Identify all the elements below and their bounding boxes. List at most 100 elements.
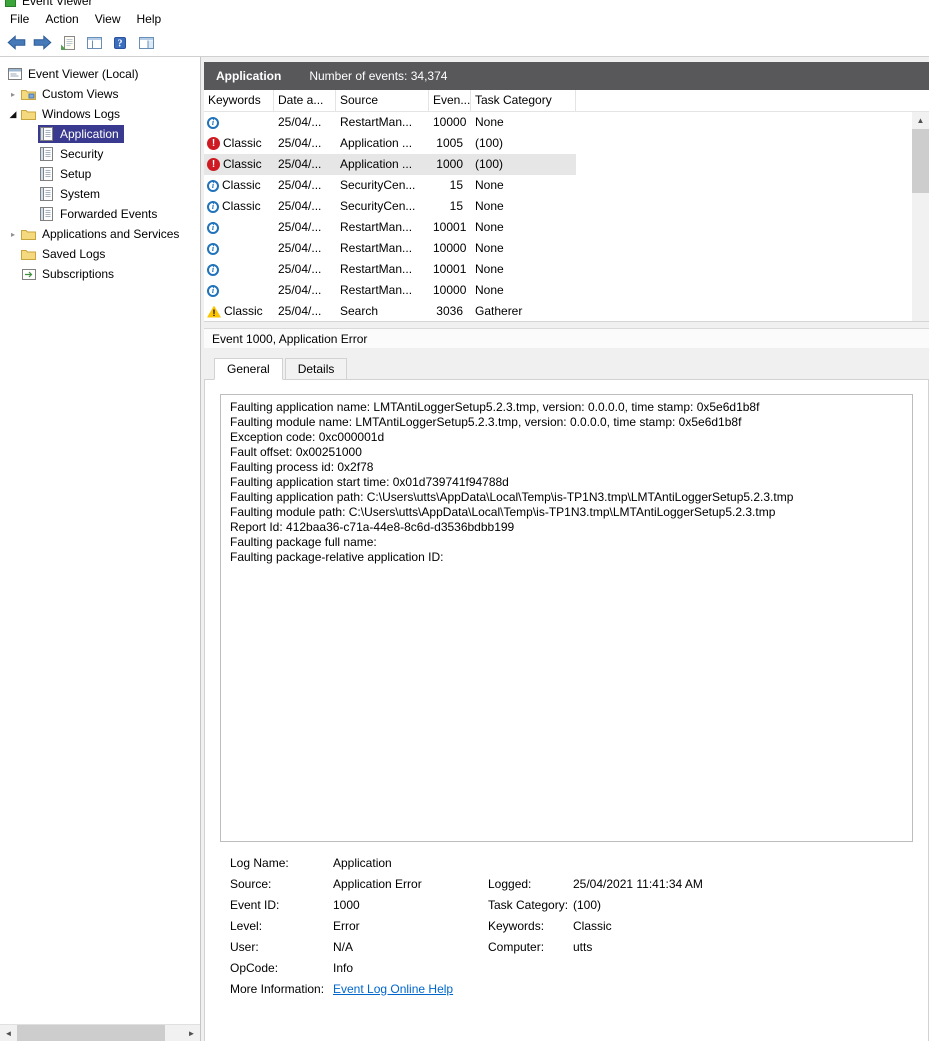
sidebar-item-forwarded-events[interactable]: Forwarded Events	[0, 204, 200, 224]
cell-event_id: 10001	[429, 259, 471, 280]
cell-event_id: 3036	[429, 301, 471, 322]
column-header-keywords[interactable]: Keywords	[204, 90, 274, 111]
sidebar-item-label: System	[58, 186, 102, 202]
info-icon: i	[207, 222, 219, 234]
preview-tabs: GeneralDetails	[204, 349, 929, 379]
tree-expanded-arrow[interactable]: ◢	[6, 109, 20, 120]
sidebar-tree: Event Viewer (Local)▸Custom Views◢Window…	[0, 64, 200, 284]
column-header-date-a[interactable]: Date a...	[274, 90, 336, 111]
sidebar-item-windows-logs[interactable]: ◢Windows Logs	[0, 104, 200, 124]
detail-value: 1000	[333, 898, 488, 912]
detail-row: User:N/AComputer:utts	[230, 936, 911, 957]
tree-collapsed-arrow[interactable]: ▸	[6, 230, 20, 239]
scroll-up-icon[interactable]: ▲	[912, 112, 929, 129]
detail-value: (100)	[573, 898, 911, 912]
tree-collapsed-arrow[interactable]: ▸	[6, 90, 20, 99]
sidebar-item-custom-views[interactable]: ▸Custom Views	[0, 84, 200, 104]
vscroll-thumb[interactable]	[912, 129, 929, 193]
sidebar-item-security[interactable]: Security	[0, 144, 200, 164]
log-icon	[38, 186, 55, 202]
help-icon: ?	[112, 35, 128, 51]
column-header-task-category[interactable]: Task Category	[471, 90, 576, 111]
detail-label: Task Category:	[488, 898, 573, 912]
menu-file[interactable]: File	[2, 10, 37, 28]
event-row[interactable]: i25/04/...RestartMan...10001None	[204, 217, 929, 238]
event-list: KeywordsDate a...SourceEven...Task Categ…	[204, 90, 929, 322]
sidebar-item-label: Application	[58, 126, 121, 142]
cell-filler	[576, 259, 929, 280]
cell-date: 25/04/...	[274, 133, 336, 154]
event-count: Number of events: 34,374	[309, 69, 447, 83]
cell-task: None	[471, 238, 576, 259]
menu-action[interactable]: Action	[37, 10, 86, 28]
column-header-source[interactable]: Source	[336, 90, 429, 111]
event-list-header: KeywordsDate a...SourceEven...Task Categ…	[204, 90, 929, 112]
cell-date: 25/04/...	[274, 154, 336, 175]
cell-task: None	[471, 280, 576, 301]
sidebar-horizontal-scrollbar[interactable]: ◄ ►	[0, 1024, 200, 1041]
event-row[interactable]: !Classic25/04/...Application ...1000(100…	[204, 154, 929, 175]
folder-icon	[20, 107, 37, 121]
forward-button[interactable]	[30, 31, 54, 55]
app-icon	[5, 0, 16, 7]
action-pane-button[interactable]	[134, 31, 158, 55]
tree-node: Setup	[38, 165, 96, 183]
menu-view[interactable]: View	[87, 10, 129, 28]
tab-details[interactable]: Details	[285, 358, 348, 380]
sidebar-item-application[interactable]: Application	[0, 124, 200, 144]
cell-event_id: 10000	[429, 112, 471, 133]
keyword-label: Classic	[222, 175, 261, 196]
event-row[interactable]: iClassic25/04/...SecurityCen...15None	[204, 196, 929, 217]
tree-node: Forwarded Events	[38, 205, 162, 223]
event-row[interactable]: !Classic25/04/...Application ...1005(100…	[204, 133, 929, 154]
sidebar-item-subscriptions[interactable]: Subscriptions	[0, 264, 200, 284]
menu-help[interactable]: Help	[129, 10, 170, 28]
tab-general[interactable]: General	[214, 358, 283, 380]
scroll-right-icon[interactable]: ►	[183, 1025, 200, 1041]
detail-row: Event ID:1000Task Category:(100)	[230, 894, 911, 915]
event-row[interactable]: i25/04/...RestartMan...10000None	[204, 238, 929, 259]
scroll-left-icon[interactable]: ◄	[0, 1025, 17, 1041]
help-button[interactable]: ?	[108, 31, 132, 55]
cell-event_id: 15	[429, 196, 471, 217]
sidebar-item-label: Security	[58, 146, 105, 162]
event-row[interactable]: !Classic25/04/...Search3036Gatherer	[204, 301, 929, 322]
back-icon	[7, 35, 26, 50]
tree-node: Security	[38, 145, 108, 163]
detail-row: Level:ErrorKeywords:Classic	[230, 915, 911, 936]
console-tree-button[interactable]	[82, 31, 106, 55]
event-list-scrollbar[interactable]: ▲	[912, 112, 929, 321]
description-line: Faulting module path: C:\Users\utts\AppD…	[230, 505, 903, 520]
description-line: Report Id: 412baa36-c71a-44e8-8c6d-d3536…	[230, 520, 903, 535]
sidebar-item-setup[interactable]: Setup	[0, 164, 200, 184]
open-saved-log-button[interactable]	[56, 31, 80, 55]
sidebar-item-applications-and-services[interactable]: ▸Applications and Services	[0, 224, 200, 244]
column-header-even[interactable]: Even...	[429, 90, 471, 111]
cell-event_id: 10001	[429, 217, 471, 238]
cell-date: 25/04/...	[274, 196, 336, 217]
tree-node: Applications and Services	[20, 225, 184, 243]
event-row[interactable]: iClassic25/04/...SecurityCen...15None	[204, 175, 929, 196]
cell-filler	[576, 280, 929, 301]
event-row[interactable]: i25/04/...RestartMan...10001None	[204, 259, 929, 280]
cell-task: (100)	[471, 133, 576, 154]
cell-date: 25/04/...	[274, 238, 336, 259]
keyword-label: Classic	[223, 154, 262, 175]
cell-source: RestartMan...	[336, 259, 429, 280]
sidebar-item-system[interactable]: System	[0, 184, 200, 204]
detail-value: utts	[573, 940, 911, 954]
event-log-online-help-link[interactable]: Event Log Online Help	[333, 982, 488, 996]
cell-date: 25/04/...	[274, 217, 336, 238]
info-icon: i	[207, 180, 219, 192]
cell-task: (100)	[471, 154, 576, 175]
event-description[interactable]: Faulting application name: LMTAntiLogger…	[220, 394, 913, 842]
cell-keywords: iClassic	[204, 196, 274, 217]
sidebar-item-event-viewer-local[interactable]: Event Viewer (Local)	[0, 64, 200, 84]
cell-source: RestartMan...	[336, 238, 429, 259]
description-line: Faulting package-relative application ID…	[230, 550, 903, 565]
sidebar-item-saved-logs[interactable]: Saved Logs	[0, 244, 200, 264]
hscroll-thumb[interactable]	[17, 1025, 165, 1041]
back-button[interactable]	[4, 31, 28, 55]
event-row[interactable]: i25/04/...RestartMan...10000None	[204, 112, 929, 133]
event-row[interactable]: i25/04/...RestartMan...10000None	[204, 280, 929, 301]
